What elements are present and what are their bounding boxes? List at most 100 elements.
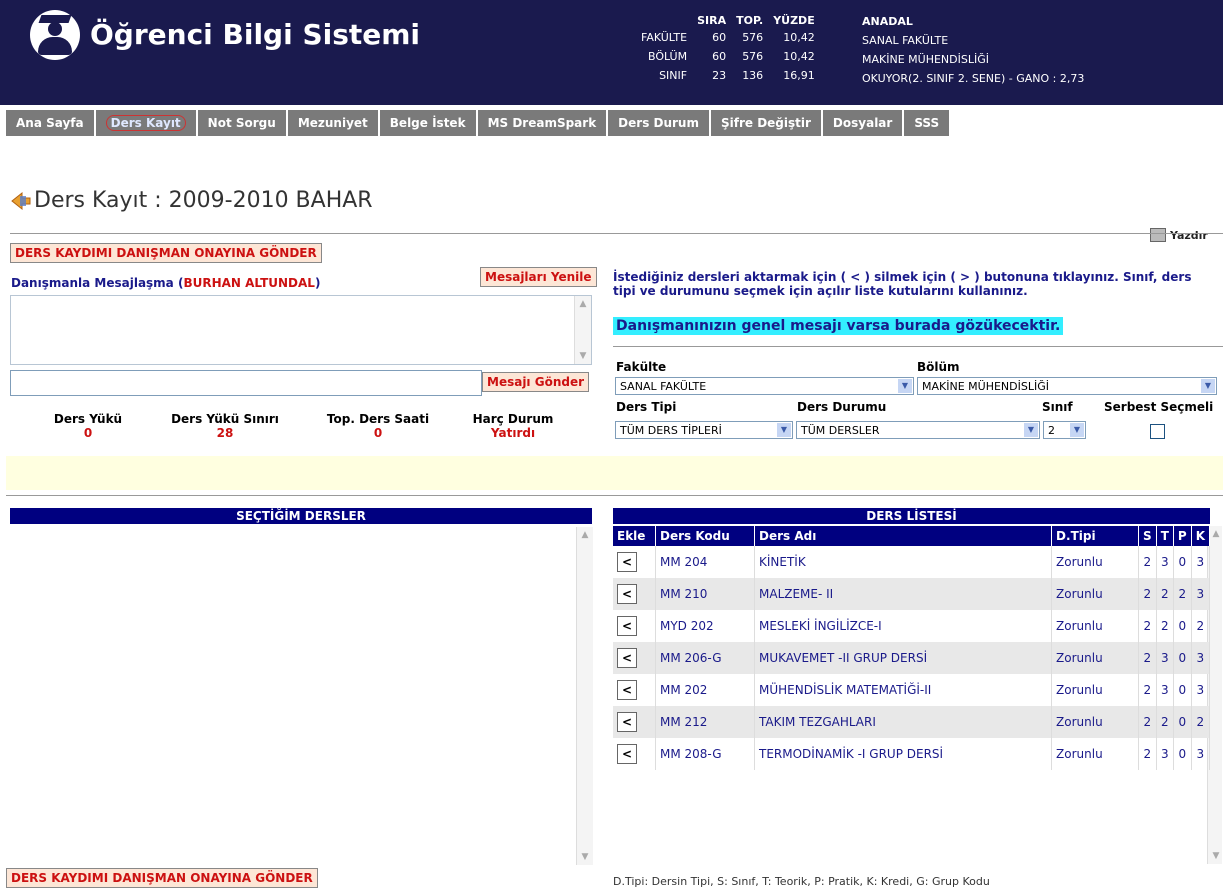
nav-ders-kayit-label: Ders Kayıt	[105, 115, 186, 131]
course-k: 3	[1191, 642, 1211, 674]
nav-mezuniyet[interactable]: Mezuniyet	[287, 110, 380, 136]
add-course-button[interactable]: <	[617, 584, 637, 604]
total-hours-stat: Top. Ders Saati 0	[318, 412, 438, 440]
department-select[interactable]: MAKİNE MÜHENDİSLİĞİ ▼	[917, 377, 1217, 395]
stats-header: TOP.	[736, 13, 764, 27]
message-input[interactable]	[10, 370, 482, 396]
course-name: TERMODİNAMİK -I GRUP DERSİ	[754, 738, 1053, 770]
nav-ders-kayit[interactable]: Ders Kayıt	[95, 110, 198, 136]
messages-area[interactable]: ▲ ▼	[10, 295, 592, 365]
course-type-select-value: TÜM DERS TİPLERİ	[620, 424, 722, 437]
nav-ana-sayfa[interactable]: Ana Sayfa	[6, 110, 96, 136]
course-list-title: DERS LİSTESİ	[613, 508, 1210, 524]
chevron-down-icon: ▼	[1201, 379, 1215, 393]
add-course-button[interactable]: <	[617, 648, 637, 668]
course-status-select[interactable]: TÜM DERSLER ▼	[796, 421, 1040, 439]
send-to-advisor-button[interactable]: DERS KAYDIMI DANIŞMAN ONAYINA GÖNDER	[10, 243, 322, 263]
scroll-down-icon[interactable]: ▼	[579, 851, 591, 863]
add-course-button[interactable]: <	[617, 680, 637, 700]
course-type: Zorunlu	[1051, 674, 1140, 706]
course-code: MM 212	[655, 706, 755, 738]
send-message-button[interactable]: Mesajı Gönder	[482, 372, 590, 392]
course-type: Zorunlu	[1051, 578, 1140, 610]
course-type-select[interactable]: TÜM DERS TİPLERİ ▼	[615, 421, 793, 439]
scroll-up-icon[interactable]: ▲	[579, 529, 591, 541]
student-info: ANADAL SANAL FAKÜLTE MAKİNE MÜHENDİSLİĞİ…	[862, 12, 1084, 88]
course-type: Zorunlu	[1051, 706, 1140, 738]
department-filter-label: Bölüm	[917, 360, 960, 374]
refresh-messages-button[interactable]: Mesajları Yenile	[480, 267, 597, 287]
nav-belge-istek[interactable]: Belge İstek	[379, 110, 478, 136]
course-t: 3	[1156, 642, 1174, 674]
nav-dosyalar[interactable]: Dosyalar	[822, 110, 905, 136]
instructions: İstediğiniz dersleri aktarmak için ( < )…	[613, 270, 1192, 298]
course-list-scrollbar[interactable]: ▲ ▼	[1207, 526, 1222, 864]
book-arrow-icon	[11, 191, 31, 211]
course-type-label: Ders Tipi	[616, 400, 677, 414]
scroll-down-icon[interactable]: ▼	[577, 350, 589, 362]
divider	[6, 495, 1223, 496]
table-row: < MM 206-G MUKAVEMET -II GRUP DERSİ Zoru…	[613, 642, 1211, 674]
course-s: 2	[1138, 706, 1157, 738]
course-code: MM 202	[655, 674, 755, 706]
stat-label: Ders Yükü Sınırı	[171, 412, 279, 426]
messages-scrollbar[interactable]: ▲ ▼	[574, 296, 591, 364]
scroll-up-icon[interactable]: ▲	[577, 298, 589, 310]
course-name: TAKIM TEZGAHLARI	[754, 706, 1053, 738]
course-s: 2	[1138, 738, 1157, 770]
advisor-name: BURHAN ALTUNDAL	[183, 276, 315, 290]
chevron-down-icon: ▼	[1024, 423, 1038, 437]
nav-sss[interactable]: SSS	[904, 110, 952, 136]
print-button[interactable]: Yazdır	[1150, 228, 1208, 242]
course-type: Zorunlu	[1051, 738, 1140, 770]
column-header: P	[1173, 526, 1192, 546]
stats-value: 10,42	[783, 31, 815, 44]
nav-not-sorgu[interactable]: Not Sorgu	[197, 110, 288, 136]
stat-value: Yatırdı	[490, 426, 536, 440]
course-k: 3	[1191, 674, 1211, 706]
chevron-down-icon: ▼	[777, 423, 791, 437]
course-p: 0	[1173, 546, 1192, 578]
faculty-filter-label: Fakülte	[616, 360, 667, 374]
course-k: 3	[1191, 738, 1211, 770]
column-header: T	[1156, 526, 1174, 546]
send-to-advisor-button-bottom[interactable]: DERS KAYDIMI DANIŞMAN ONAYINA GÖNDER	[6, 868, 318, 888]
nav-ders-durum[interactable]: Ders Durum	[608, 110, 711, 136]
faculty-select[interactable]: SANAL FAKÜLTE ▼	[615, 377, 914, 395]
class-select-value: 2	[1048, 424, 1055, 437]
nav-sifre-degistir[interactable]: Şifre Değiştir	[710, 110, 823, 136]
course-k: 3	[1191, 546, 1211, 578]
course-name: MUKAVEMET -II GRUP DERSİ	[754, 642, 1053, 674]
column-header: Ders Kodu	[655, 526, 755, 546]
notice-bar	[6, 456, 1223, 490]
class-select[interactable]: 2 ▼	[1043, 421, 1086, 439]
scroll-down-icon[interactable]: ▼	[1210, 850, 1222, 862]
anadal-label: ANADAL	[862, 15, 913, 28]
add-course-button[interactable]: <	[617, 744, 637, 764]
course-type: Zorunlu	[1051, 610, 1140, 642]
course-k: 2	[1191, 610, 1211, 642]
chevron-down-icon: ▼	[1070, 423, 1084, 437]
department-name: MAKİNE MÜHENDİSLİĞİ	[862, 53, 989, 66]
elective-checkbox[interactable]	[1150, 424, 1165, 439]
course-t: 3	[1156, 546, 1174, 578]
divider	[10, 233, 1223, 234]
scroll-up-icon[interactable]: ▲	[1210, 528, 1222, 540]
course-code: MM 210	[655, 578, 755, 610]
add-course-button[interactable]: <	[617, 552, 637, 572]
page-title: Ders Kayıt : 2009-2010 BAHAR	[34, 188, 373, 213]
nav-ms-dreamspark[interactable]: MS DreamSpark	[477, 110, 609, 136]
add-course-button[interactable]: <	[617, 712, 637, 732]
selected-scrollbar[interactable]: ▲ ▼	[576, 527, 593, 865]
add-course-button[interactable]: <	[617, 616, 637, 636]
stats-label: FAKÜLTE	[641, 31, 688, 44]
course-s: 2	[1138, 578, 1157, 610]
column-legend: D.Tipi: Dersin Tipi, S: Sınıf, T: Teorik…	[613, 875, 990, 888]
student-status: OKUYOR(2. SINIF 2. SENE) - GANO : 2,73	[862, 72, 1085, 85]
course-name: KİNETİK	[754, 546, 1053, 578]
column-header: Ekle	[613, 526, 656, 546]
course-p: 0	[1173, 738, 1192, 770]
course-table: Ekle Ders Kodu Ders Adı D.Tipi S T P K <…	[613, 526, 1211, 770]
department-select-value: MAKİNE MÜHENDİSLİĞİ	[922, 380, 1049, 393]
table-row: < MYD 202 MESLEKİ İNGİLİZCE-I Zorunlu 2 …	[613, 610, 1211, 642]
